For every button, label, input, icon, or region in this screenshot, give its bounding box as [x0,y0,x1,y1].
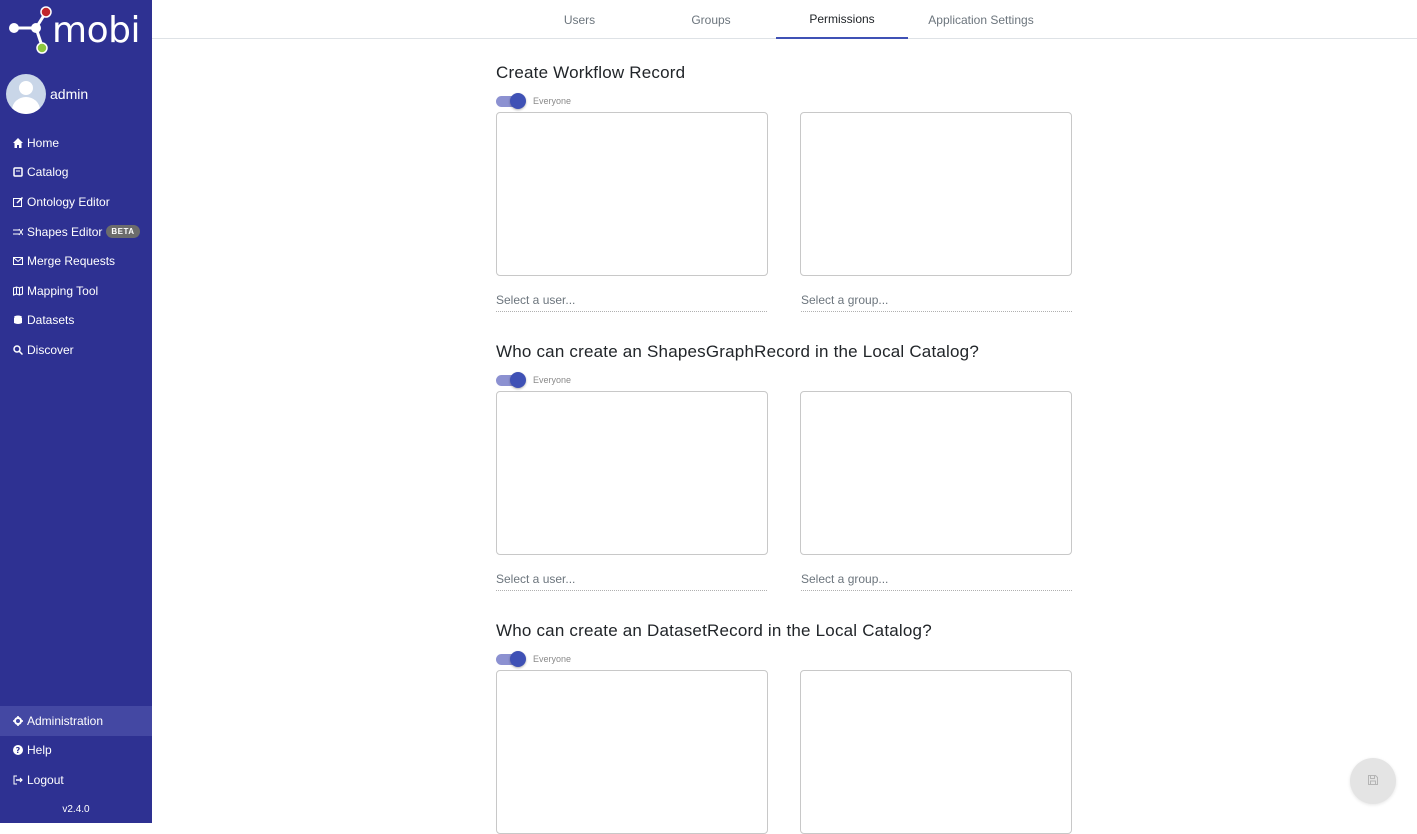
sidebar-item-label: Administration [27,713,104,728]
everyone-toggle[interactable] [496,372,526,388]
sidebar-item-label: Catalog [27,165,69,180]
sidebar-item-label: Datasets [27,313,75,328]
user-profile[interactable]: admin [6,74,88,114]
sidebar-item-label: Shapes Editor [27,224,103,239]
tab-label: Groups [691,12,731,27]
selected-groups-list[interactable] [800,670,1072,834]
sidebar-item-label: Ontology Editor [27,194,110,209]
edit-icon [12,196,24,207]
beta-badge: BETA [106,225,140,239]
tab-label: Application Settings [928,12,1034,27]
everyone-toggle-row: Everyone [496,651,1072,667]
toggle-thumb [510,372,526,388]
group-select[interactable]: Select a group... [801,293,1072,312]
sidebar-item-help[interactable]: ? Help [0,736,152,766]
permission-title: Who can create an DatasetRecord in the L… [496,621,932,640]
tab-label: Users [563,12,596,27]
sidebar: mobi admin Home Catalog Ontology Editor [0,0,152,823]
everyone-toggle[interactable] [496,651,526,667]
sidebar-item-label: Merge Requests [27,254,116,269]
book-icon [12,167,24,178]
tab-label: Permissions [809,11,875,26]
shapes-icon [12,227,24,237]
save-icon [1368,772,1378,790]
user-select[interactable]: Select a user... [496,293,767,312]
everyone-toggle-row: Everyone [496,372,1072,388]
home-icon [12,137,24,148]
tab-permissions[interactable]: Permissions [776,0,908,39]
sidebar-item-shapes-editor[interactable]: Shapes Editor BETA [0,217,152,247]
admin-tabs: Users Groups Permissions Application Set… [152,0,1417,39]
group-select[interactable]: Select a group... [801,572,1072,591]
toggle-thumb [510,93,526,109]
sidebar-item-logout[interactable]: Logout [0,765,152,795]
map-icon [12,286,24,296]
sign-out-icon [12,775,24,785]
sidebar-item-label: Logout [27,772,64,787]
selected-users-list[interactable] [496,112,768,276]
everyone-label: Everyone [533,654,572,664]
sidebar-item-ontology-editor[interactable]: Ontology Editor [0,187,152,217]
sidebar-item-discover[interactable]: Discover [0,335,152,365]
everyone-label: Everyone [533,96,572,106]
tab-application-settings[interactable]: Application Settings [917,0,1045,39]
save-button[interactable] [1350,758,1396,804]
sidebar-item-label: Discover [27,342,74,357]
permission-section: Who can create an DatasetRecord in the L… [496,621,1072,834]
sidebar-bottom-nav: Administration ? Help Logout [0,706,152,795]
sidebar-item-catalog[interactable]: Catalog [0,158,152,188]
selected-users-list[interactable] [496,391,768,555]
tab-groups[interactable]: Groups [670,0,752,39]
permission-section: Create Workflow Record Everyone Select a… [496,63,1072,312]
permission-title: Create Workflow Record [496,63,686,82]
gear-icon [12,715,24,726]
sidebar-item-label: Help [27,743,52,758]
everyone-toggle[interactable] [496,93,526,109]
toggle-thumb [510,651,526,667]
database-icon [12,315,24,325]
permission-title: Who can create an ShapesGraphRecord in t… [496,342,979,361]
mobi-logo[interactable]: mobi [6,4,148,56]
selected-groups-list[interactable] [800,391,1072,555]
molecule-logo-icon [9,6,52,54]
selected-users-list[interactable] [496,670,768,834]
sidebar-item-home[interactable]: Home [0,128,152,158]
question-circle-icon: ? [12,745,24,756]
logo-text: mobi [52,9,140,51]
envelope-icon [12,256,24,266]
search-icon [12,345,24,355]
permission-section: Who can create an ShapesGraphRecord in t… [496,342,1072,591]
sidebar-item-label: Mapping Tool [27,283,99,298]
everyone-toggle-row: Everyone [496,93,1072,109]
selected-groups-list[interactable] [800,112,1072,276]
username: admin [50,86,89,102]
avatar [6,74,46,114]
user-select[interactable]: Select a user... [496,572,767,591]
sidebar-item-mapping-tool[interactable]: Mapping Tool [0,276,152,306]
sidebar-nav: Home Catalog Ontology Editor Shapes Edit… [0,128,152,365]
app-version: v2.4.0 [62,804,90,815]
tab-users[interactable]: Users [538,0,621,39]
sidebar-item-datasets[interactable]: Datasets [0,306,152,336]
everyone-label: Everyone [533,375,572,385]
sidebar-item-merge-requests[interactable]: Merge Requests [0,246,152,276]
svg-text:?: ? [16,746,21,755]
sidebar-item-administration[interactable]: Administration [0,706,152,736]
sidebar-item-label: Home [27,135,60,150]
